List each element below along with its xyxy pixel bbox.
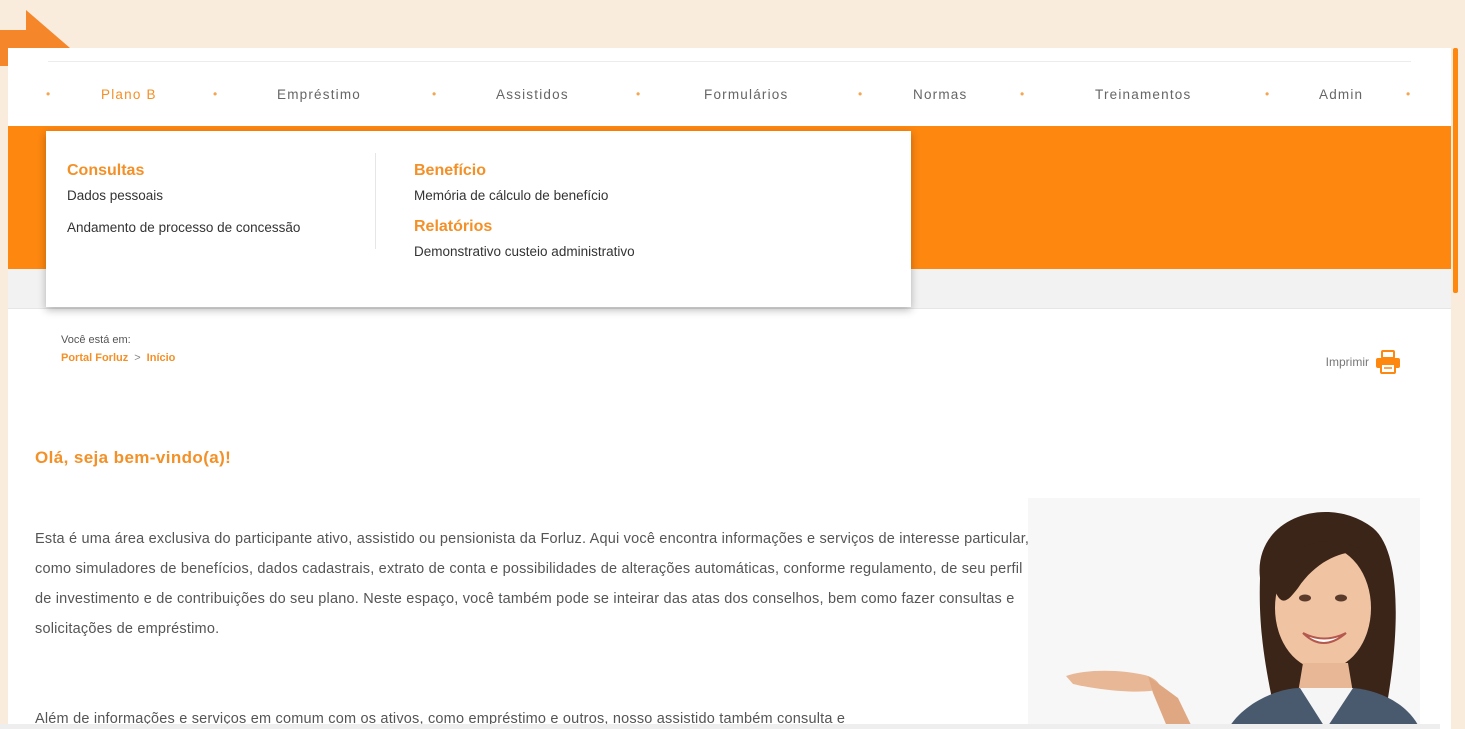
intro-paragraph: Esta é uma área exclusiva do participant… [35,531,1030,637]
dropdown-caret [120,113,140,123]
relatorios-heading: Relatórios [414,218,493,235]
breadcrumb-separator: > [134,352,141,364]
main-nav: • Plano B • Empréstimo • Assistidos • Fo… [8,78,1451,108]
consultas-column: Consultas Dados pessoais Andamento de pr… [67,161,300,249]
nav-separator: • [1020,87,1025,101]
page-title: Olá, seja bem-vindo(a)! [35,448,232,467]
plano-b-dropdown-menu: Consultas Dados pessoais Andamento de pr… [46,131,911,307]
top-divider [48,61,1411,62]
nav-item-assistidos[interactable]: Assistidos [496,87,569,102]
nav-separator: • [1406,87,1411,101]
printer-icon [1376,350,1400,374]
beneficio-column: Benefício Memória de cálculo de benefíci… [414,161,635,273]
welcome-woman-photo [1028,498,1420,729]
menu-item-andamento-processo[interactable]: Andamento de processo de concessão [67,217,300,249]
consultas-heading: Consultas [67,162,145,179]
breadcrumb: Portal Forluz > Início [61,352,175,364]
beneficio-heading: Benefício [414,162,487,179]
dropdown-divider [375,153,376,249]
print-label: Imprimir [1325,355,1369,369]
nav-separator: • [636,87,641,101]
page-frame: • Plano B • Empréstimo • Assistidos • Fo… [8,48,1451,729]
breadcrumb-label: Você está em: [61,334,131,346]
nav-item-formularios[interactable]: Formulários [704,87,788,102]
menu-item-demonstrativo-custeio[interactable]: Demonstrativo custeio administrativo [414,241,635,273]
bottom-edge [0,724,1440,729]
nav-separator: • [1265,87,1270,101]
nav-item-emprestimo[interactable]: Empréstimo [277,87,361,102]
nav-separator: • [46,87,51,101]
print-button[interactable]: Imprimir [1326,350,1401,374]
scrollbar-thumb[interactable] [1453,48,1458,293]
nav-separator: • [858,87,863,101]
menu-item-memoria-calculo[interactable]: Memória de cálculo de benefício [414,185,635,217]
breadcrumb-inicio[interactable]: Início [147,352,176,364]
nav-item-normas[interactable]: Normas [913,87,967,102]
woman-illustration [1066,512,1420,729]
nav-item-treinamentos[interactable]: Treinamentos [1095,87,1191,102]
menu-item-dados-pessoais[interactable]: Dados pessoais [67,185,300,217]
nav-separator: • [213,87,218,101]
nav-item-plano-b[interactable]: Plano B [101,87,157,102]
nav-item-admin[interactable]: Admin [1319,87,1363,102]
breadcrumb-portal-forluz[interactable]: Portal Forluz [61,352,128,364]
nav-separator: • [432,87,437,101]
